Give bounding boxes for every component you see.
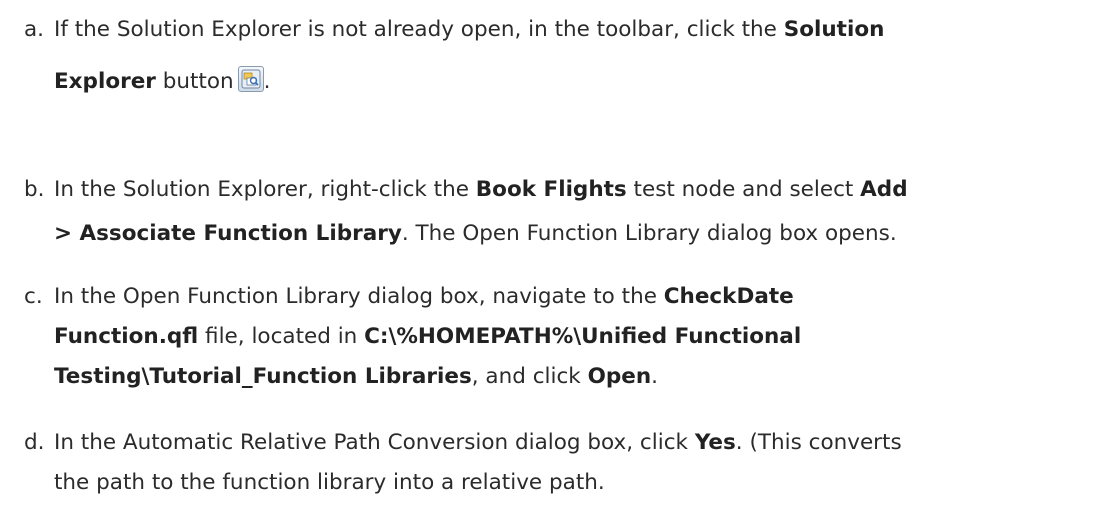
step-marker: d. xyxy=(24,430,45,455)
ui-term: CheckDate xyxy=(663,284,794,309)
ui-term: Open xyxy=(587,364,652,389)
ui-term: Add xyxy=(860,177,908,202)
solution-explorer-icon xyxy=(237,66,264,92)
step-marker: a. xyxy=(24,17,45,42)
step-a-line-1: If the Solution Explorer is not already … xyxy=(54,10,884,50)
step-text: If the Solution Explorer is not already … xyxy=(54,17,784,42)
ui-term: Yes xyxy=(694,430,736,455)
step-text: file, located in xyxy=(198,324,365,349)
step-text: . The Open Function Library dialog box o… xyxy=(401,221,897,246)
step-marker: b. xyxy=(24,177,45,202)
step-text: In the Solution Explorer, right-click th… xyxy=(54,177,476,202)
step-b-line-2: > Associate Function Library. The Open F… xyxy=(54,214,897,254)
ui-term: Explorer xyxy=(54,69,156,94)
ui-term: Function.qfl xyxy=(54,324,199,349)
step-text: . (This converts xyxy=(735,430,902,455)
step-d-line-1: In the Automatic Relative Path Conversio… xyxy=(54,423,902,463)
step-text: button xyxy=(155,69,234,94)
step-c-line-3: Testing\Tutorial_Function Libraries, and… xyxy=(54,357,658,397)
ui-term: C:\%HOMEPATH%\Unified Functional xyxy=(364,324,802,349)
step-c-line-2: Function.qfl file, located in C:\%HOMEPA… xyxy=(54,317,801,357)
step-text: . xyxy=(651,364,658,389)
step-a-line-2: Explorer button . xyxy=(54,62,270,102)
ui-term: > Associate Function Library xyxy=(54,221,402,246)
step-text: the path to the function library into a … xyxy=(54,470,605,495)
ui-term: Testing\Tutorial_Function Libraries xyxy=(54,364,472,389)
step-marker: c. xyxy=(24,284,43,309)
step-text: In the Automatic Relative Path Conversio… xyxy=(54,430,695,455)
step-text: test node and select xyxy=(626,177,861,202)
step-text: In the Open Function Library dialog box,… xyxy=(54,284,664,309)
step-d-line-2: the path to the function library into a … xyxy=(54,463,605,503)
step-b-line-1: In the Solution Explorer, right-click th… xyxy=(54,170,908,210)
ui-term: Solution xyxy=(783,17,885,42)
step-c-line-1: In the Open Function Library dialog box,… xyxy=(54,277,794,317)
step-text: . xyxy=(263,69,271,94)
ui-term: Book Flights xyxy=(475,177,627,202)
step-text: , and click xyxy=(471,364,588,389)
